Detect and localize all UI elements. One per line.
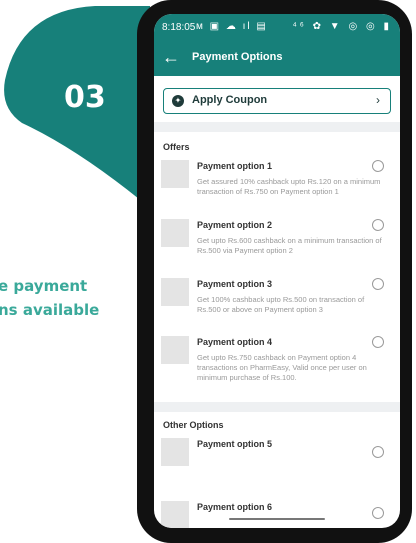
payment-option-logo: [161, 438, 189, 466]
status-time: 8:18:05: [162, 22, 196, 33]
payment-option-logo: [161, 336, 189, 364]
payment-option-title: Payment option 6: [197, 502, 273, 512]
app-bar: ← Payment Options: [154, 40, 400, 76]
system-status-icons: ⁴⁶ ✿ ▼ ◎ ◎ ▮: [292, 21, 392, 32]
payment-option-description: Get upto Rs.600 cashback on a minimum tr…: [197, 236, 382, 255]
chevron-right-icon: ›: [376, 93, 380, 107]
payment-option-6[interactable]: Payment option 6: [154, 501, 400, 528]
other-options-heading: Other Options: [163, 420, 224, 430]
arrow-left-icon[interactable]: ←: [162, 47, 180, 67]
payment-option-logo: [161, 501, 189, 528]
payment-option-2[interactable]: Payment option 2 Get upto Rs.600 cashbac…: [154, 219, 400, 269]
payment-option-logo: [161, 160, 189, 188]
phone-screen: 8:18:05 ᴍ ▣ ☁ ıl ▤ ⁴⁶ ✿ ▼ ◎ ◎ ▮ ← Paymen…: [154, 14, 400, 528]
page-title: Payment Options: [192, 51, 283, 63]
payment-option-title: Payment option 5: [197, 439, 273, 449]
payment-option-radio[interactable]: [372, 219, 384, 231]
offers-heading: Offers: [163, 142, 190, 152]
notification-icons: ᴍ ▣ ☁ ıl ▤: [196, 21, 268, 32]
payment-option-3[interactable]: Payment option 3 Get 100% cashback upto …: [154, 278, 400, 328]
payment-option-radio[interactable]: [372, 336, 384, 348]
section-divider: [154, 402, 400, 412]
payment-option-1[interactable]: Payment option 1 Get assured 10% cashbac…: [154, 160, 400, 210]
payment-option-radio[interactable]: [372, 507, 384, 519]
payment-option-logo: [161, 219, 189, 247]
payment-option-title: Payment option 3: [197, 279, 273, 289]
payment-option-5[interactable]: Payment option 5: [154, 438, 400, 474]
payment-option-description: Get 100% cashback upto Rs.500 on transac…: [197, 295, 365, 314]
feature-caption: e payment ns available: [0, 274, 99, 322]
payment-option-logo: [161, 278, 189, 306]
payment-option-4[interactable]: Payment option 4 Get upto Rs.750 cashbac…: [154, 336, 400, 396]
payment-option-radio[interactable]: [372, 446, 384, 458]
home-indicator: [229, 518, 325, 520]
caption-line-2: ns available: [0, 301, 100, 319]
step-number: 03: [64, 80, 106, 115]
payment-option-radio[interactable]: [372, 160, 384, 172]
payment-option-title: Payment option 1: [197, 161, 273, 171]
payment-option-title: Payment option 4: [197, 337, 273, 347]
section-divider: [154, 122, 400, 132]
payment-option-description: Get upto Rs.750 cashback on Payment opti…: [197, 353, 367, 382]
coupon-icon: ✦: [172, 95, 184, 107]
caption-line-1: e payment: [0, 277, 88, 295]
status-bar: 8:18:05 ᴍ ▣ ☁ ıl ▤ ⁴⁶ ✿ ▼ ◎ ◎ ▮: [154, 14, 400, 40]
apply-coupon-label: Apply Coupon: [192, 94, 268, 106]
payment-option-radio[interactable]: [372, 278, 384, 290]
payment-option-title: Payment option 2: [197, 220, 273, 230]
apply-coupon-button[interactable]: ✦ Apply Coupon ›: [163, 88, 391, 114]
payment-option-description: Get assured 10% cashback upto Rs.120 on …: [197, 177, 381, 196]
